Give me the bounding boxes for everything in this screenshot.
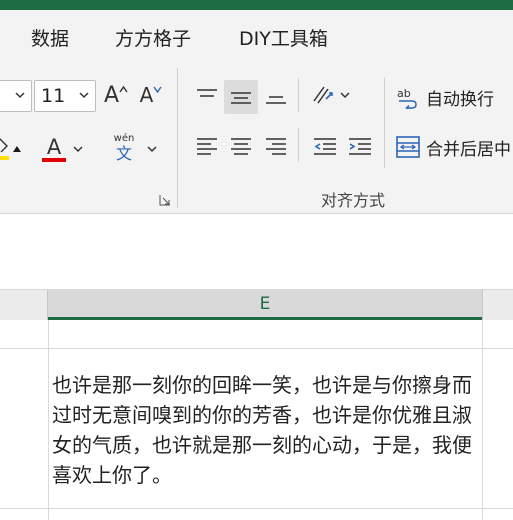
increase-font-icon: A (103, 82, 120, 108)
decrease-font-size-button[interactable]: A (135, 78, 167, 112)
merge-center-icon (396, 136, 420, 158)
chevron-down-icon (340, 91, 350, 98)
column-header-row: E (0, 290, 513, 320)
phonetic-icon: 文 (115, 144, 132, 163)
align-left-icon (197, 138, 217, 155)
increase-indent-icon (349, 138, 371, 155)
chevron-down-icon (73, 145, 83, 152)
tab-fangfang-gezi[interactable]: 方方格子 (115, 24, 191, 51)
font-color-swatch (42, 158, 66, 162)
row-gridline (0, 348, 513, 349)
caret-down-icon (153, 86, 162, 93)
font-color-button[interactable]: A (38, 132, 70, 166)
decrease-indent-icon (314, 138, 336, 155)
sheet-grid: 也许是那一刻你的回眸一笑，也许是与你擦身而过时无意间嗅到的你的芳香，也许是你优雅… (0, 320, 513, 520)
font-color-dropdown[interactable] (70, 138, 86, 160)
align-center-icon (231, 138, 251, 155)
merge-center-button[interactable]: 合并后居中 (396, 132, 511, 162)
merge-center-label: 合并后居中 (426, 139, 511, 160)
align-top-button[interactable] (190, 80, 224, 114)
align-left-button[interactable] (190, 130, 224, 164)
alignment-group-label: 对齐方式 (321, 191, 386, 210)
wrap-text-icon: ab (397, 87, 417, 109)
cell-e-text[interactable]: 也许是那一刻你的回眸一笑，也许是与你擦身而过时无意间嗅到的你的芳香，也许是你优雅… (52, 370, 480, 490)
column-header-prev[interactable] (0, 290, 48, 320)
align-middle-button[interactable] (224, 80, 258, 114)
font-color-icon: A (46, 135, 62, 159)
align-bottom-button[interactable] (259, 80, 293, 114)
orientation-button[interactable] (306, 78, 354, 112)
svg-text:ab: ab (397, 87, 411, 100)
decrease-font-icon: A (139, 83, 154, 107)
group-separator (177, 68, 178, 208)
phonetic-guide-button[interactable]: wén 文 (108, 128, 140, 168)
font-size-value: 11 (41, 85, 66, 107)
fill-color-button[interactable] (0, 132, 28, 166)
tab-data[interactable]: 数据 (31, 24, 69, 51)
column-header-e[interactable]: E (48, 290, 482, 320)
chevron-down-icon (147, 145, 157, 152)
ribbon-panel: 11 A A A wén 文 ab 自动换行 合并后居中 对齐方式 (0, 62, 513, 214)
align-bottom-icon (266, 96, 286, 104)
text-orientation-icon (313, 86, 333, 104)
font-dialog-launcher[interactable] (157, 192, 173, 208)
wrap-text-button[interactable]: ab 自动换行 (396, 82, 494, 112)
wrap-text-label: 自动换行 (426, 89, 494, 110)
ribbon-tab-bar: 数据 方方格子 DIY工具箱 (0, 10, 513, 62)
row-gridline (0, 508, 513, 509)
column-gridline (482, 320, 483, 520)
formula-area (0, 214, 513, 290)
separator (298, 128, 299, 162)
align-center-button[interactable] (224, 130, 258, 164)
align-right-icon (266, 138, 286, 155)
chevron-down-icon (15, 92, 25, 99)
separator (384, 78, 385, 168)
align-right-button[interactable] (259, 130, 293, 164)
column-header-next[interactable] (482, 290, 513, 320)
title-strip (0, 0, 513, 10)
dialog-launcher-icon (159, 195, 170, 206)
align-top-icon (197, 89, 217, 97)
chevron-down-icon (79, 92, 89, 99)
font-size-dropdown[interactable]: 11 (34, 80, 96, 112)
font-name-dropdown[interactable] (0, 80, 32, 112)
paint-bucket-icon (0, 138, 21, 160)
decrease-indent-button[interactable] (308, 130, 342, 164)
separator (298, 78, 299, 112)
align-middle-icon (231, 92, 251, 104)
column-gridline (48, 320, 49, 520)
increase-indent-button[interactable] (343, 130, 377, 164)
phonetic-dropdown[interactable] (144, 138, 160, 160)
caret-up-icon (119, 85, 128, 93)
increase-font-size-button[interactable]: A (100, 78, 132, 112)
tab-diy-toolbox[interactable]: DIY工具箱 (239, 24, 328, 51)
